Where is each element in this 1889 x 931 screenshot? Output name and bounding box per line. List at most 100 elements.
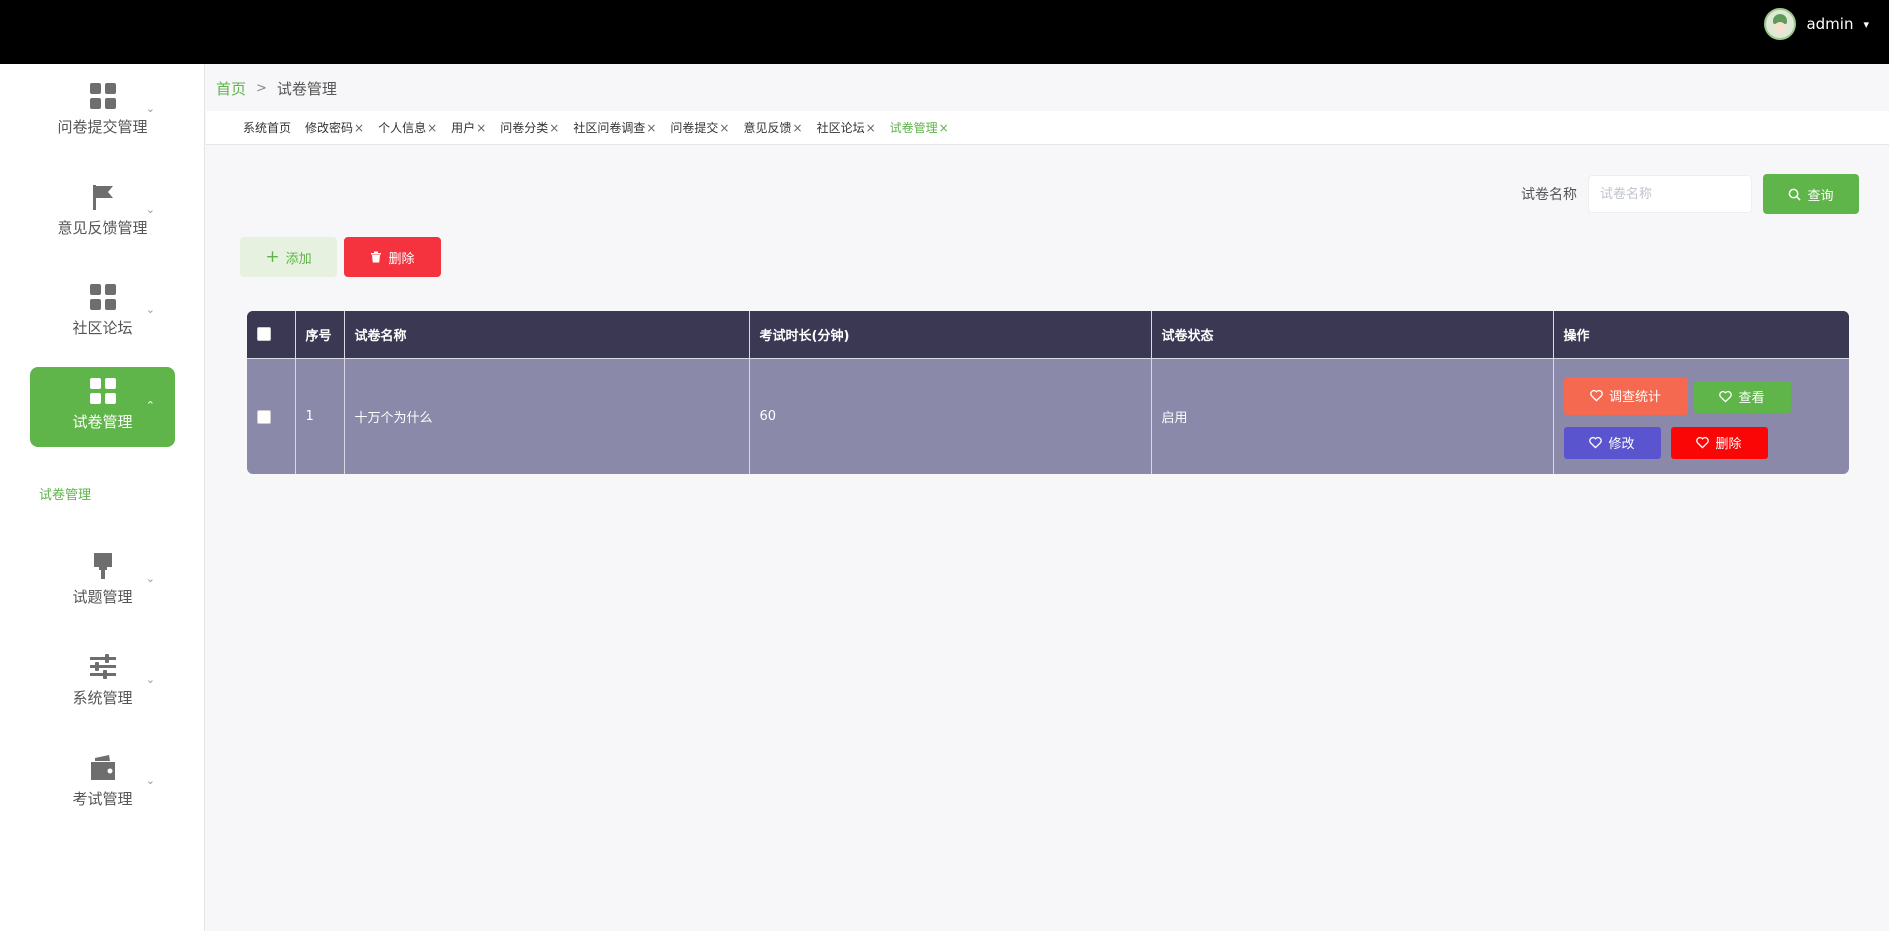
row-delete-button[interactable]: 删除 (1670, 426, 1768, 459)
close-icon[interactable]: × (719, 121, 729, 135)
sidebar-item-label: 试题管理 (72, 588, 133, 606)
caret-down-icon[interactable]: ▾ (1863, 18, 1869, 31)
tab-profile[interactable]: 个人信息× (378, 119, 445, 136)
exam-paper-table: 序号 试卷名称 考试时长(分钟) 试卷状态 操作 1 十万个为什么 60 启用 … (247, 311, 1849, 474)
grid-icon (89, 378, 116, 404)
tab-label: 社区问卷调查 (573, 121, 646, 135)
column-header-duration: 考试时长(分钟) (749, 311, 1152, 358)
heart-icon (1719, 390, 1733, 403)
cell-index: 1 (295, 357, 345, 474)
tab-label: 用户 (451, 121, 476, 135)
top-bar: admin ▾ (0, 0, 1889, 64)
sidebar-item-label: 意见反馈管理 (57, 219, 148, 237)
tab-label: 问卷分类 (500, 121, 549, 135)
tab-questionnaire-category[interactable]: 问卷分类× (500, 119, 567, 136)
sidebar-item-exam[interactable]: 考试管理 ⌄ (30, 742, 175, 822)
tab-feedback[interactable]: 意见反馈× (743, 119, 810, 136)
trash-icon (371, 251, 382, 263)
close-icon[interactable]: × (427, 121, 437, 135)
user-menu[interactable]: admin ▾ (1764, 8, 1869, 40)
tab-change-password[interactable]: 修改密码× (305, 119, 372, 136)
breadcrumb-current: 试卷管理 (276, 80, 337, 98)
chevron-down-icon: ⌄ (145, 102, 155, 115)
breadcrumb-home[interactable]: 首页 (216, 78, 246, 99)
close-icon[interactable]: × (866, 121, 876, 135)
tab-community-survey[interactable]: 社区问卷调查× (573, 119, 664, 136)
breadcrumb: 首页 > 试卷管理 (216, 78, 337, 99)
tab-label: 试卷管理 (889, 121, 938, 135)
edit-button[interactable]: 修改 (1563, 426, 1661, 459)
table-header-row: 序号 试卷名称 考试时长(分钟) 试卷状态 操作 (247, 311, 1849, 358)
delete-button[interactable]: 删除 (344, 237, 441, 277)
close-icon[interactable]: × (793, 121, 803, 135)
sliders-icon (89, 654, 116, 679)
row-delete-button-label: 删除 (1715, 437, 1742, 452)
cell-status: 启用 (1151, 357, 1554, 474)
column-header-index: 序号 (295, 311, 345, 358)
cell-duration: 60 (749, 357, 1152, 474)
tab-forum[interactable]: 社区论坛× (817, 119, 884, 136)
close-icon[interactable]: × (939, 121, 949, 135)
tab-exam-paper[interactable]: 试卷管理× (890, 119, 957, 136)
tab-label: 社区论坛 (816, 121, 865, 135)
chevron-down-icon: ⌄ (145, 774, 155, 787)
chevron-down-icon: ⌄ (145, 203, 155, 216)
sidebar-item-forum[interactable]: 社区论坛 ⌄ (30, 271, 175, 351)
search-label: 试卷名称 (1521, 187, 1577, 203)
row-checkbox[interactable] (257, 409, 271, 424)
select-all-checkbox[interactable] (257, 327, 271, 342)
sidebar-item-label: 系统管理 (72, 689, 133, 707)
chevron-up-icon: ⌃ (145, 399, 155, 412)
row-select-cell (247, 357, 296, 474)
add-button[interactable]: + 添加 (240, 237, 337, 277)
sidebar: 问卷提交管理 ⌄ 意见反馈管理 ⌄ 社区论坛 ⌄ 试卷管理 ⌃ 试卷管理 试题管… (0, 64, 205, 931)
search-input[interactable] (1588, 175, 1752, 213)
sidebar-subitem-exam-paper[interactable]: 试卷管理 (39, 484, 91, 503)
sidebar-item-exam-paper[interactable]: 试卷管理 ⌃ (30, 367, 175, 447)
tab-questionnaire-submission[interactable]: 问卷提交× (670, 119, 737, 136)
stats-button-label: 调查统计 (1608, 390, 1661, 405)
sidebar-item-label: 问卷提交管理 (57, 118, 148, 136)
view-button-label: 查看 (1738, 391, 1765, 406)
search-button[interactable]: 查询 (1763, 174, 1859, 214)
column-header-name: 试卷名称 (344, 311, 750, 358)
sidebar-item-questionnaire-submission[interactable]: 问卷提交管理 ⌄ (30, 70, 175, 150)
cell-name: 十万个为什么 (344, 357, 750, 474)
tab-label: 意见反馈 (743, 121, 792, 135)
plus-icon: + (265, 246, 280, 267)
sidebar-item-system[interactable]: 系统管理 ⌄ (30, 641, 175, 721)
sidebar-item-feedback[interactable]: 意见反馈管理 ⌄ (30, 171, 175, 251)
sidebar-item-label: 考试管理 (72, 790, 133, 808)
delete-button-label: 删除 (388, 251, 415, 267)
close-icon[interactable]: × (549, 121, 559, 135)
chevron-down-icon: ⌄ (145, 303, 155, 316)
close-icon[interactable]: × (646, 121, 656, 135)
tab-bar: 系统首页 修改密码× 个人信息× 用户× 问卷分类× 社区问卷调查× 问卷提交×… (206, 111, 1889, 145)
column-header-status: 试卷状态 (1151, 311, 1554, 358)
tab-home[interactable]: 系统首页 (243, 119, 299, 136)
heart-icon (1590, 389, 1603, 402)
view-button[interactable]: 查看 (1693, 380, 1791, 413)
row-actions: 调查统计 查看 修改 删除 (1563, 359, 1850, 475)
tab-label: 问卷提交 (670, 121, 719, 135)
chevron-down-icon: ⌄ (145, 572, 155, 585)
stats-button[interactable]: 调查统计 (1563, 376, 1688, 415)
search-button-label: 查询 (1807, 188, 1834, 204)
sidebar-item-label: 社区论坛 (72, 319, 133, 337)
sidebar-item-question[interactable]: 试题管理 ⌄ (30, 540, 175, 620)
grid-icon (89, 83, 116, 109)
add-button-label: 添加 (285, 251, 312, 267)
column-header-actions: 操作 (1553, 311, 1849, 358)
close-icon[interactable]: × (354, 121, 364, 135)
select-all-cell (247, 311, 296, 358)
breadcrumb-separator: > (256, 81, 267, 96)
close-icon[interactable]: × (476, 121, 486, 135)
tab-users[interactable]: 用户× (451, 119, 494, 136)
heart-icon (1589, 436, 1603, 449)
brush-icon (93, 553, 112, 579)
search-icon (1789, 188, 1802, 201)
sidebar-item-label: 试卷管理 (72, 413, 133, 431)
user-avatar[interactable] (1764, 8, 1797, 40)
tab-label: 个人信息 (378, 121, 427, 135)
username[interactable]: admin (1806, 15, 1853, 33)
